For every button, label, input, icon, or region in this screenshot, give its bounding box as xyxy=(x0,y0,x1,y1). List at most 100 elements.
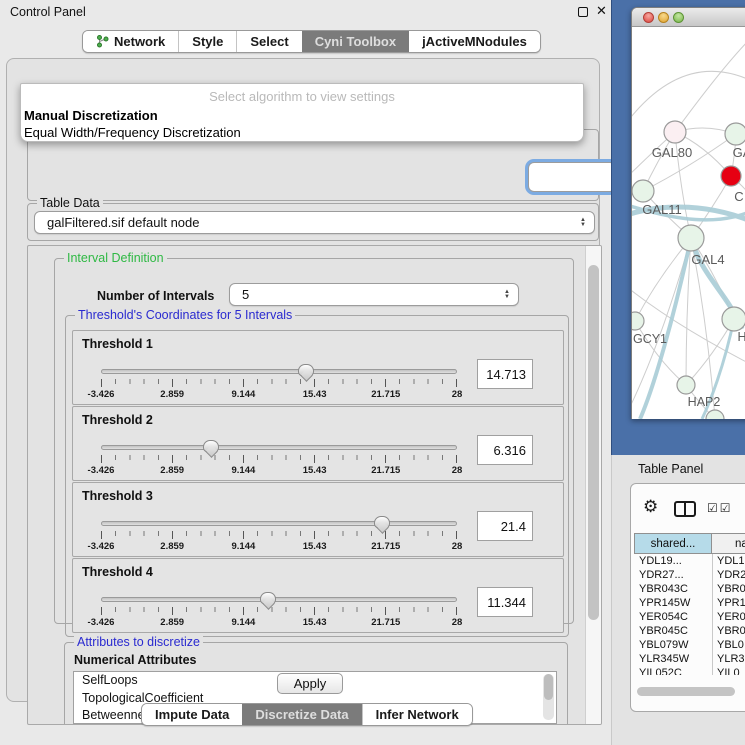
algorithm-dropdown-popup: Select algorithm to view settings Manual… xyxy=(20,83,584,142)
tab-cyni-toolbox[interactable]: Cyni Toolbox xyxy=(302,31,409,52)
node xyxy=(677,376,695,394)
slider-thumb[interactable] xyxy=(203,440,219,452)
dropdown-placeholder: Select algorithm to view settings xyxy=(21,89,583,104)
node xyxy=(664,121,686,143)
column-header-name[interactable]: na xyxy=(712,533,745,554)
node xyxy=(632,180,654,202)
split-columns-icon[interactable] xyxy=(674,501,696,517)
tab-select[interactable]: Select xyxy=(236,31,301,52)
table-row[interactable]: YDL19...YDL1 xyxy=(634,554,745,568)
node xyxy=(706,410,724,419)
horizontal-scrollbar[interactable] xyxy=(637,687,735,696)
settings-scrollpane: Interval Definition Number of Intervals … xyxy=(27,245,602,725)
table-window: ⚙ ☑☑ shared... na YDL19...YDL1 YDR27...Y… xyxy=(630,483,745,712)
close-icon[interactable]: ✕ xyxy=(596,3,607,19)
tab-network-label: Network xyxy=(114,34,165,49)
svg-text:C: C xyxy=(734,189,743,204)
table-row[interactable]: YBL079WYBL0 xyxy=(634,638,745,652)
combo-arrows-icon: ▲▼ xyxy=(504,284,510,305)
network-window: GAL80 GA GAL11 C GAL4 GCY1 H HAP2 xyxy=(631,7,745,419)
tab-discretize-data[interactable]: Discretize Data xyxy=(242,704,361,725)
node xyxy=(632,312,644,330)
threshold-4-value-field[interactable]: 11.344 xyxy=(477,587,533,617)
svg-text:GAL80: GAL80 xyxy=(652,145,692,160)
panel-title: Control Panel xyxy=(10,5,86,19)
svg-text:H: H xyxy=(737,330,745,344)
table-panel-title: Table Panel xyxy=(638,462,703,476)
close-traffic-light-icon[interactable] xyxy=(643,12,654,23)
threshold-3-value-field[interactable]: 21.4 xyxy=(477,511,533,541)
thresholds-group: Threshold's Coordinates for 5 Intervals … xyxy=(65,315,569,637)
tab-infer-network[interactable]: Infer Network xyxy=(362,704,472,725)
network-view-frame: GAL80 GA GAL11 C GAL4 GCY1 H HAP2 xyxy=(611,0,745,456)
group-title: Threshold's Coordinates for 5 Intervals xyxy=(75,308,295,322)
table-row[interactable]: YPR145WYPR1 xyxy=(634,596,745,610)
select-columns-icon[interactable]: ☑☑ xyxy=(707,501,733,515)
threshold-4-box: Threshold 4 -3.426 2.859 9.144 15.43 21.… xyxy=(72,558,564,633)
interval-definition-group: Interval Definition Number of Intervals … xyxy=(54,258,574,624)
scrollbar-thumb[interactable] xyxy=(588,265,599,620)
table-row[interactable]: YDR27...YDR2 xyxy=(634,568,745,582)
combo-arrows-icon: ▲▼ xyxy=(580,212,586,233)
list-scrollbar[interactable] xyxy=(543,674,554,720)
minimize-traffic-light-icon[interactable] xyxy=(658,12,669,23)
threshold-2-value-field[interactable]: 6.316 xyxy=(477,435,533,465)
table-row[interactable]: YBR043CYBR0 xyxy=(634,582,745,596)
svg-text:GAL4: GAL4 xyxy=(691,252,724,267)
svg-text:HAP2: HAP2 xyxy=(688,395,721,409)
svg-text:GA: GA xyxy=(733,145,745,160)
table-panel: Table Panel ⚙ ☑☑ shared... na YDL19...YD… xyxy=(611,455,745,745)
tab-style[interactable]: Style xyxy=(178,31,236,52)
threshold-2-box: Threshold 2 -3.426 2.859 9.144 15.43 21.… xyxy=(72,406,564,481)
tab-impute-data[interactable]: Impute Data xyxy=(142,704,242,725)
table-rows: YDL19...YDL1 YDR27...YDR2 YBR043CYBR0 YP… xyxy=(634,554,745,675)
threshold-1-box: Threshold 1 -3.426 2.859 9.144 15.43 21.… xyxy=(72,330,564,405)
group-title: Table Data xyxy=(37,196,103,210)
node-red xyxy=(721,166,741,186)
table-row[interactable]: YER054CYER0 xyxy=(634,610,745,624)
apply-button[interactable]: Apply xyxy=(277,673,343,694)
tab-jactivemnodules[interactable]: jActiveMNodules xyxy=(409,31,540,52)
threshold-3-slider[interactable]: -3.426 2.859 9.144 15.43 21.715 28 xyxy=(101,515,457,555)
threshold-2-slider[interactable]: -3.426 2.859 9.144 15.43 21.715 28 xyxy=(101,439,457,479)
slider-thumb[interactable] xyxy=(374,516,390,528)
table-row[interactable]: YBR045CYBR0 xyxy=(634,624,745,638)
gear-icon[interactable]: ⚙ xyxy=(643,497,658,517)
numerical-attributes-label: Numerical Attributes xyxy=(74,653,196,667)
column-header-shared-name[interactable]: shared... xyxy=(634,533,712,554)
network-canvas[interactable]: GAL80 GA GAL11 C GAL4 GCY1 H HAP2 xyxy=(632,27,745,419)
number-of-intervals-label: Number of Intervals xyxy=(97,289,214,303)
table-data-combobox[interactable]: galFiltered.sif default node ▲▼ xyxy=(34,211,595,234)
threshold-1-value-field[interactable]: 14.713 xyxy=(477,359,533,389)
slider-thumb[interactable] xyxy=(298,364,314,376)
svg-text:GAL11: GAL11 xyxy=(642,202,682,217)
vertical-scrollbar[interactable] xyxy=(585,246,601,724)
node xyxy=(725,123,745,145)
number-of-intervals-combobox[interactable]: 5 ▲▼ xyxy=(229,283,519,306)
table-row[interactable]: YLR345WYLR3 xyxy=(634,652,745,666)
threshold-4-slider[interactable]: -3.426 2.859 9.144 15.43 21.715 28 xyxy=(101,591,457,631)
table-data-value: galFiltered.sif default node xyxy=(47,215,199,230)
group-title: Attributes to discretize xyxy=(74,635,203,649)
tab-network[interactable]: Network xyxy=(83,31,178,52)
bottom-tab-strip: Impute Data Discretize Data Infer Networ… xyxy=(141,703,473,726)
algorithm-combobox[interactable] xyxy=(528,162,616,192)
dropdown-option-manual[interactable]: Manual Discretization xyxy=(24,108,158,123)
float-window-icon[interactable] xyxy=(578,7,588,17)
table-data-group: Table Data galFiltered.sif default node … xyxy=(27,203,599,241)
node xyxy=(722,307,745,331)
table-row[interactable]: YIL052CYIL0 xyxy=(634,666,745,675)
node xyxy=(678,225,704,251)
zoom-traffic-light-icon[interactable] xyxy=(673,12,684,23)
network-icon xyxy=(96,35,109,48)
threshold-1-slider[interactable]: -3.426 2.859 9.144 15.43 21.715 28 xyxy=(101,363,457,403)
svg-text:GCY1: GCY1 xyxy=(633,332,667,346)
threshold-3-box: Threshold 3 -3.426 2.859 9.144 15.43 21.… xyxy=(72,482,564,557)
slider-thumb[interactable] xyxy=(260,592,276,604)
network-window-titlebar[interactable] xyxy=(632,8,745,27)
dropdown-option-equal-width[interactable]: Equal Width/Frequency Discretization xyxy=(24,125,241,140)
network-graph: GAL80 GA GAL11 C GAL4 GCY1 H HAP2 xyxy=(632,27,745,419)
cyni-toolbox-panel: Discretization Algorithm Table Data galF… xyxy=(6,58,600,702)
group-title: Interval Definition xyxy=(64,251,167,265)
top-tab-strip: Network Style Select Cyni Toolbox jActiv… xyxy=(82,30,541,53)
